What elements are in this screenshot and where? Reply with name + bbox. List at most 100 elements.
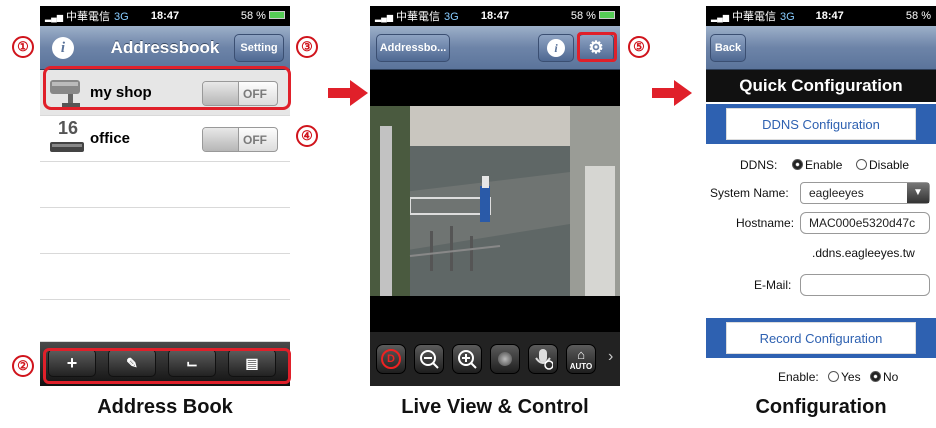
channel-count-badge: 16 — [58, 118, 79, 138]
zoom-out-button[interactable] — [414, 344, 444, 374]
ddns-enable-radio[interactable]: Enable — [792, 158, 842, 172]
toggle-label: OFF — [243, 133, 267, 147]
snapshot-icon — [498, 352, 512, 366]
back-button[interactable]: Back — [710, 34, 746, 62]
battery-icon — [269, 11, 285, 19]
callout-1: ① — [12, 36, 34, 58]
more-controls-chevron-icon[interactable]: › — [608, 348, 613, 366]
record-no-radio[interactable]: No — [870, 370, 898, 384]
ddns-label: DDNS: — [740, 158, 778, 172]
caption-address-book: Address Book — [97, 396, 233, 418]
right-arrow-icon — [328, 80, 368, 106]
battery-level: 58 % — [570, 10, 596, 22]
back-button-label: Addressbo... — [379, 42, 447, 54]
status-bar: ▂▄▆ 中華電信 3G 18:47 58 % — [370, 6, 620, 26]
record-enable-label: Enable: — [778, 370, 819, 384]
setting-button-label: Setting — [240, 42, 278, 54]
back-button[interactable]: Addressbo... — [376, 34, 450, 62]
control-bar: D ⌂ AUTO › — [370, 332, 620, 386]
configuration-screen: ▂▄▆ 中華電信 3G 18:47 58 % Back Quick Configu… — [706, 6, 936, 386]
status-bar: ▂▄▆ 中華電信 3G 18:47 58 % — [706, 6, 936, 26]
highlight-settings — [577, 32, 617, 62]
navigation-bar: i Addressbook Setting — [40, 26, 290, 70]
address-row-office[interactable]: 16 office OFF — [40, 116, 290, 162]
ddns-section-header: DDNS Configuration — [726, 108, 916, 140]
right-arrow-icon — [652, 80, 692, 106]
carrier-label: 中華電信 — [396, 11, 441, 23]
domain-suffix: .ddns.eagleeyes.tw — [812, 246, 915, 260]
enable-label: Enable — [805, 158, 843, 172]
info-button[interactable]: i — [538, 34, 574, 62]
network-label: 3G — [780, 11, 795, 23]
hostname-label: Hostname: — [736, 216, 795, 230]
page-title: Addressbook — [110, 38, 220, 57]
system-name-label: System Name: — [710, 186, 789, 200]
navigation-bar: Back — [706, 26, 936, 70]
clock: 18:47 — [150, 10, 180, 22]
zoom-out-icon — [420, 350, 439, 369]
chevron-down-icon: ▼ — [907, 183, 929, 203]
info-icon[interactable]: i — [52, 37, 74, 59]
callout-4: ④ — [296, 125, 318, 147]
zoom-in-icon — [458, 350, 477, 369]
callout-2: ② — [12, 355, 34, 377]
system-name-value: eagleeyes — [809, 186, 864, 200]
callout-5: ⑤ — [628, 36, 650, 58]
battery-icon — [599, 11, 615, 19]
record-icon: D — [381, 349, 401, 369]
carrier-label: 中華電信 — [66, 11, 111, 23]
record-yes-radio[interactable]: Yes — [828, 370, 861, 384]
email-input[interactable] — [800, 274, 930, 296]
record-button[interactable]: D — [376, 344, 406, 374]
microphone-mute-icon — [535, 349, 553, 370]
connect-toggle[interactable]: OFF — [202, 127, 278, 152]
address-book-screen: ▂▄▆ 中華電信 3G 18:47 58 % i Addressbook Sett… — [40, 6, 290, 386]
setting-button[interactable]: Setting — [234, 34, 284, 62]
page-title: Quick Configuration — [706, 70, 936, 102]
signal-icon: ▂▄▆ — [45, 13, 63, 22]
status-bar: ▂▄▆ 中華電信 3G 18:47 58 % — [40, 6, 290, 26]
disable-label: Disable — [869, 158, 910, 172]
battery-level: 58 % — [240, 10, 266, 22]
carrier-label: 中華電信 — [732, 11, 777, 23]
no-label: No — [883, 370, 899, 384]
signal-icon: ▂▄▆ — [375, 13, 393, 22]
audio-button[interactable] — [528, 344, 558, 374]
callout-3: ③ — [296, 36, 318, 58]
battery-level: 58 % — [905, 10, 931, 22]
auto-label: AUTO — [569, 362, 593, 371]
camera-video-feed[interactable] — [370, 106, 620, 296]
ddns-section-band: DDNS Configuration — [706, 104, 936, 144]
network-label: 3G — [114, 11, 129, 23]
ddns-disable-radio[interactable]: Disable — [856, 158, 909, 172]
clock: 18:47 — [815, 10, 844, 22]
empty-row — [40, 254, 290, 300]
info-icon: i — [547, 39, 565, 57]
device-name: office — [90, 130, 131, 147]
live-view-screen: ▂▄▆ 中華電信 3G 18:47 58 % Addressbo... i ⚙ D… — [370, 6, 620, 386]
hostname-input[interactable]: MAC000e5320d47c — [800, 212, 930, 234]
record-icon-label: D — [387, 353, 395, 365]
system-name-select[interactable]: eagleeyes ▼ — [800, 182, 930, 204]
empty-row — [40, 162, 290, 208]
caption-configuration: Configuration — [755, 396, 887, 418]
email-label: E-Mail: — [754, 278, 792, 292]
caption-live-view: Live View & Control — [401, 396, 589, 418]
empty-row — [40, 208, 290, 254]
highlight-toolbar — [43, 348, 291, 384]
info-icon-glyph: i — [60, 39, 66, 56]
empty-row — [40, 300, 290, 342]
yes-label: Yes — [841, 370, 861, 384]
snapshot-button[interactable] — [490, 344, 520, 374]
signal-icon: ▂▄▆ — [711, 13, 729, 22]
highlight-my-shop — [43, 66, 291, 110]
hostname-value: MAC000e5320d47c — [809, 216, 916, 230]
info-icon-glyph: i — [554, 40, 558, 55]
clock: 18:47 — [480, 10, 510, 22]
record-section-header: Record Configuration — [726, 322, 916, 354]
record-section-band: Record Configuration — [706, 318, 936, 358]
auto-home-button[interactable]: ⌂ AUTO — [566, 344, 596, 374]
home-icon: ⌂ — [577, 347, 585, 362]
zoom-in-button[interactable] — [452, 344, 482, 374]
network-label: 3G — [444, 11, 459, 23]
